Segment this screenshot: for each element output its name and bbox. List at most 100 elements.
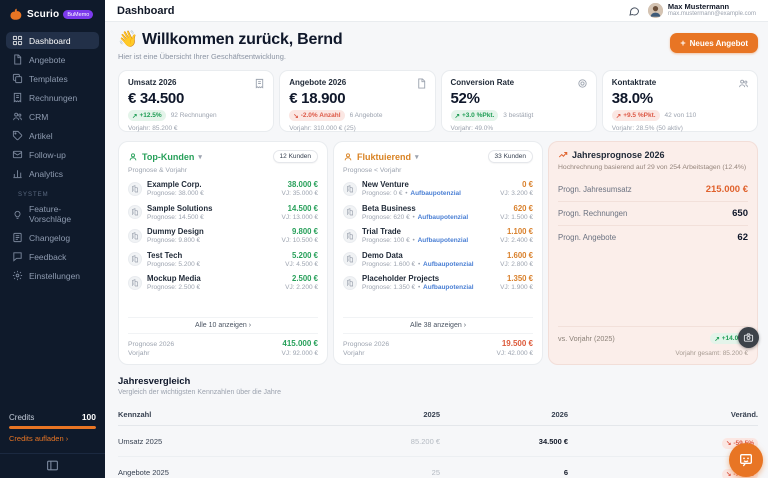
sidebar-item-feature-vorschlaege[interactable]: Feature-Vorschläge <box>6 201 99 227</box>
customer-row: Placeholder ProjectsPrognose: 1.350 € • … <box>343 274 533 291</box>
kpi-footer: Vorjahr: 49.0% <box>451 125 587 132</box>
sidebar-item-label: Artikel <box>29 131 53 141</box>
sidebar-item-follow-up[interactable]: Follow-up <box>6 146 99 163</box>
sidebar-nav: Dashboard Angebote Templates Rechnungen … <box>0 28 105 286</box>
credits-topup-link[interactable]: Credits aufladen › <box>9 434 96 443</box>
user-menu[interactable]: Max Mustermann max.mustermann@example.co… <box>648 2 756 18</box>
building-icon <box>128 182 142 196</box>
sidebar-item-label: Follow-up <box>29 150 66 160</box>
fluktuierend-dropdown[interactable]: Fluktuierend ▾ <box>343 152 419 162</box>
sidebar-item-changelog[interactable]: Changelog <box>6 229 99 246</box>
kpi-title: Kontaktrate <box>612 78 748 87</box>
trend-up-icon: ↗ <box>132 112 137 120</box>
gear-icon <box>12 270 23 281</box>
credits-label: Credits <box>9 413 34 422</box>
sidebar-item-label: Rechnungen <box>29 93 77 103</box>
kpi-card-kontaktrate: Kontaktrate 38.0% ↗+9.5 %Pkt. 42 von 110… <box>602 70 758 132</box>
credits-value: 100 <box>82 412 96 422</box>
vs-vorjahr-label: vs. Vorjahr (2025) <box>558 334 615 343</box>
sidebar-item-label: Templates <box>29 74 68 84</box>
user-name: Max Mustermann <box>668 2 756 11</box>
panel-fluktuierend: Fluktuierend ▾ 33 Kunden Prognose < Vorj… <box>333 141 543 365</box>
kpi-note: 92 Rechnungen <box>171 112 217 119</box>
new-offer-button[interactable]: + Neues Angebot <box>670 33 758 53</box>
customer-row: Test TechPrognose: 5.200 € 5.200 €VJ: 4.… <box>128 251 318 268</box>
kpi-card-umsatz: Umsatz 2026 € 34.500 ↗+12.5% 92 Rechnung… <box>118 70 274 132</box>
sidebar-item-einstellungen[interactable]: Einstellungen <box>6 267 99 284</box>
customer-row: Beta BusinessPrognose: 620 € • Aufbaupot… <box>343 204 533 221</box>
envelope-icon <box>12 149 23 160</box>
receipt-icon <box>12 92 23 103</box>
sidebar-item-feedback[interactable]: Feedback <box>6 248 99 265</box>
kpi-note: 42 von 110 <box>665 112 697 119</box>
kpi-trend-badge: ↘-2.0% Anzahl <box>289 110 344 121</box>
camera-icon <box>743 332 754 343</box>
aufbaupotenzial-link[interactable]: Aufbaupotenzial <box>423 261 474 268</box>
panel-subtitle: Prognose & Vorjahr <box>128 167 318 174</box>
sidebar-item-artikel[interactable]: Artikel <box>6 127 99 144</box>
dot-separator: • <box>405 190 407 197</box>
kpi-value: € 34.500 <box>128 90 264 107</box>
chat-bubble-icon[interactable] <box>628 5 640 17</box>
aufbaupotenzial-link[interactable]: Aufbaupotenzial <box>410 190 461 197</box>
brand-name: Scurio <box>27 9 59 20</box>
system-section-label: SYSTEM <box>6 184 99 201</box>
sidebar-item-analytics[interactable]: Analytics <box>6 165 99 182</box>
copy-icon <box>12 73 23 84</box>
kpi-footer: Vorjahr: 28.5% (50 aktiv) <box>612 125 748 132</box>
building-icon <box>343 182 357 196</box>
show-all-fluktuierend-link[interactable]: Alle 38 anzeigen › <box>343 317 533 334</box>
kpi-note: 3 bestätigt <box>503 112 533 119</box>
dot-separator: • <box>413 237 415 244</box>
sidebar-item-dashboard[interactable]: Dashboard <box>6 32 99 49</box>
sidebar-item-label: Einstellungen <box>29 271 80 281</box>
aufbaupotenzial-link[interactable]: Aufbaupotenzial <box>423 284 474 291</box>
kpi-title: Umsatz 2026 <box>128 78 264 87</box>
panels: Top-Kunden ▾ 12 Kunden Prognose & Vorjah… <box>118 141 758 365</box>
forecast-row: Progn. Rechnungen 650 <box>558 202 748 226</box>
building-icon <box>343 229 357 243</box>
panel-top-kunden: Top-Kunden ▾ 12 Kunden Prognose & Vorjah… <box>118 141 328 365</box>
kpi-value: 38.0% <box>612 90 748 107</box>
table-header-row: Kennzahl 2025 2026 Veränd. <box>118 404 758 426</box>
dot-separator: • <box>418 261 420 268</box>
sidebar-item-label: Analytics <box>29 169 63 179</box>
kpi-value: € 18.900 <box>289 90 425 107</box>
panel-subtitle: Hochrechnung basierend auf 29 von 254 Ar… <box>558 164 748 171</box>
sidebar-item-label: Angebote <box>29 55 65 65</box>
avatar[interactable] <box>648 3 663 18</box>
kpi-note: 6 Angebote <box>350 112 383 119</box>
welcome-subtitle: Hier ist eine Übersicht Ihrer Geschäftse… <box>118 52 342 61</box>
squirrel-logo-icon <box>8 7 23 22</box>
tag-icon <box>12 130 23 141</box>
aufbaupotenzial-link[interactable]: Aufbaupotenzial <box>418 214 469 221</box>
section-title: Jahresvergleich <box>118 376 758 387</box>
sidebar-item-crm[interactable]: CRM <box>6 108 99 125</box>
customer-row: New VenturePrognose: 0 € • Aufbaupotenzi… <box>343 180 533 197</box>
sidebar: Scurio BuMemo Dashboard Angebote Templat… <box>0 0 105 478</box>
sidebar-item-label: Changelog <box>29 233 70 243</box>
show-all-top-kunden-link[interactable]: Alle 10 anzeigen › <box>128 317 318 334</box>
document-icon <box>416 78 427 89</box>
sidebar-item-angebote[interactable]: Angebote <box>6 51 99 68</box>
customer-count-badge: 12 Kunden <box>273 150 318 163</box>
sidebar-item-label: Dashboard <box>29 36 71 46</box>
screenshot-button[interactable] <box>738 327 759 348</box>
sidebar-item-templates[interactable]: Templates <box>6 70 99 87</box>
kpi-trend-badge: ↗+12.5% <box>128 110 166 121</box>
aufbaupotenzial-link[interactable]: Aufbaupotenzial <box>418 237 469 244</box>
sidebar-collapse-button[interactable] <box>46 459 59 472</box>
arrow-right-icon: › <box>249 322 251 329</box>
customer-row: Mockup MediaPrognose: 2.500 € 2.500 €VJ:… <box>128 274 318 291</box>
sidebar-item-rechnungen[interactable]: Rechnungen <box>6 89 99 106</box>
feedback-widget-button[interactable] <box>729 443 763 477</box>
building-icon <box>128 205 142 219</box>
chevron-down-icon: ▾ <box>415 153 419 161</box>
forecast-row: Progn. Angebote 62 <box>558 226 748 249</box>
brand[interactable]: Scurio BuMemo <box>0 0 105 28</box>
feedback-bubble-icon <box>738 452 754 468</box>
top-kunden-dropdown[interactable]: Top-Kunden ▾ <box>128 152 202 162</box>
dot-separator: • <box>418 284 420 291</box>
trend-up-icon: ↗ <box>455 112 460 120</box>
panel-jahresprognose: Jahresprognose 2026 Hochrechnung basiere… <box>548 141 758 365</box>
